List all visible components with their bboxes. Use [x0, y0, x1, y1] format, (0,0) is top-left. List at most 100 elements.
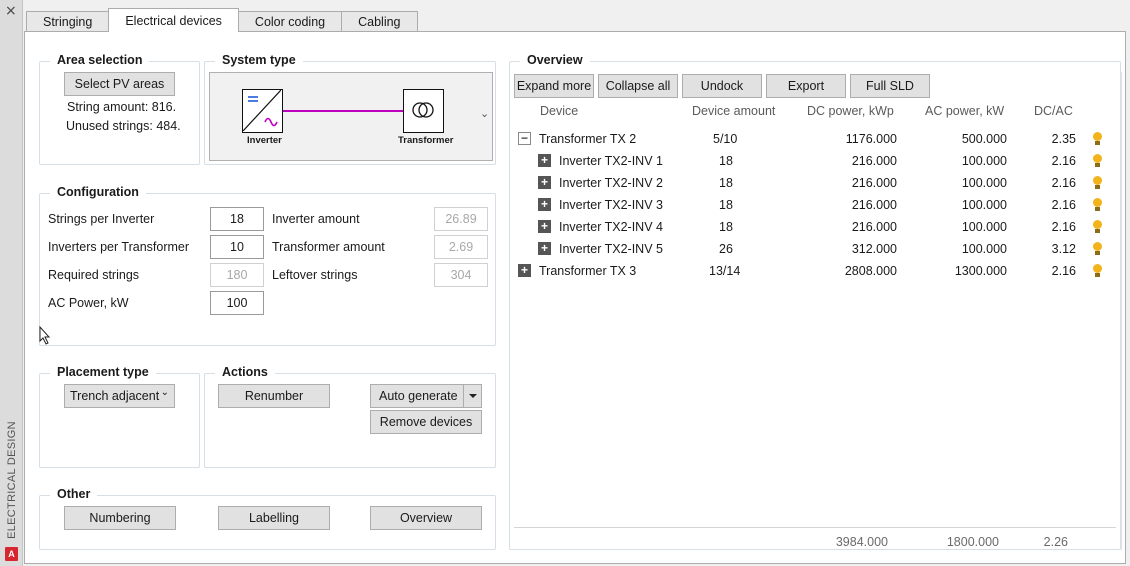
strings-per-inverter-input[interactable]: 18	[210, 207, 264, 231]
full-sld-button[interactable]: Full SLD	[850, 74, 930, 98]
lightbulb-icon[interactable]	[1092, 176, 1103, 190]
expand-icon[interactable]: +	[538, 220, 551, 233]
lightbulb-icon[interactable]	[1092, 220, 1103, 234]
dc-ac-ratio: 2.16	[1051, 198, 1076, 212]
dc-ac-ratio: 2.16	[1051, 154, 1076, 168]
inverters-per-transformer-input[interactable]: 10	[210, 235, 264, 259]
ac-power-label: AC Power, kW	[48, 296, 129, 310]
dc-ac-ratio: 2.35	[1051, 132, 1076, 146]
overview-button[interactable]: Overview	[370, 506, 482, 530]
export-button[interactable]: Export	[766, 74, 846, 98]
dropdown-arrow-icon[interactable]	[463, 385, 481, 407]
dc-power: 2808.000	[844, 264, 897, 278]
string-amount-text: String amount: 816.	[67, 100, 177, 114]
palette-content: Stringing Electrical devices Color codin…	[24, 4, 1126, 564]
lightbulb-icon[interactable]	[1092, 264, 1103, 278]
device-amount: 5/10	[713, 132, 738, 146]
other-title: Other	[50, 487, 98, 501]
tab-electrical-devices[interactable]: Electrical devices	[108, 8, 239, 32]
column-dc-power[interactable]: DC power, kWp	[807, 104, 894, 118]
device-name: Inverter TX2-INV 5	[559, 242, 663, 256]
system-type-group: System type Inverter Transformer ⌄	[204, 53, 496, 165]
lightbulb-icon[interactable]	[1092, 132, 1103, 146]
area-selection-group: Area selection Select PV areas String am…	[39, 53, 200, 165]
tab-cabling[interactable]: Cabling	[341, 11, 418, 32]
expand-icon[interactable]: +	[538, 198, 551, 211]
device-amount: 18	[719, 198, 733, 212]
required-strings-field: 180	[210, 263, 264, 287]
device-amount: 18	[719, 176, 733, 190]
system-type-selector[interactable]: Inverter Transformer ⌄	[209, 72, 493, 161]
placement-type-value: Trench adjacent	[70, 389, 160, 403]
numbering-button[interactable]: Numbering	[64, 506, 176, 530]
table-row[interactable]: + Inverter TX2-INV 3 18 216.000 100.000 …	[514, 194, 1116, 216]
lightbulb-icon[interactable]	[1092, 242, 1103, 256]
ac-power: 500.000	[961, 132, 1007, 146]
collapse-all-button[interactable]: Collapse all	[598, 74, 678, 98]
remove-devices-button[interactable]: Remove devices	[370, 410, 482, 434]
ac-power: 100.000	[961, 242, 1007, 256]
expand-icon[interactable]: +	[538, 242, 551, 255]
ac-power: 100.000	[961, 220, 1007, 234]
expand-icon[interactable]: +	[538, 154, 551, 167]
expand-more-button[interactable]: Expand more	[514, 74, 594, 98]
collapse-icon[interactable]: −	[518, 132, 531, 145]
transformer-caption: Transformer	[398, 135, 454, 146]
ac-power: 100.000	[961, 198, 1007, 212]
auto-generate-label: Auto generate	[379, 389, 458, 403]
labelling-button[interactable]: Labelling	[218, 506, 330, 530]
other-group: Other Numbering Labelling Overview	[39, 487, 496, 550]
table-row[interactable]: + Inverter TX2-INV 4 18 216.000 100.000 …	[514, 216, 1116, 238]
lightbulb-icon[interactable]	[1092, 198, 1103, 212]
auto-generate-split-button[interactable]: Auto generate	[370, 384, 482, 408]
configuration-title: Configuration	[50, 185, 146, 199]
inverter-amount-label: Inverter amount	[272, 212, 360, 226]
ac-power: 100.000	[961, 154, 1007, 168]
device-amount: 26	[719, 242, 733, 256]
close-icon[interactable]: ×	[5, 3, 17, 19]
device-amount: 18	[719, 154, 733, 168]
placement-type-title: Placement type	[50, 365, 156, 379]
connection-line	[283, 110, 403, 112]
column-device[interactable]: Device	[540, 104, 578, 118]
dc-power: 216.000	[851, 154, 897, 168]
expand-icon[interactable]: +	[518, 264, 531, 277]
ac-power: 1300.000	[954, 264, 1007, 278]
dc-power: 216.000	[851, 176, 897, 190]
table-header: Device Device amount DC power, kWp AC po…	[514, 100, 1116, 122]
column-device-amount[interactable]: Device amount	[692, 104, 775, 118]
column-ac-power[interactable]: AC power, kW	[925, 104, 1004, 118]
transformer-amount-label: Transformer amount	[272, 240, 385, 254]
overview-title: Overview	[520, 53, 590, 67]
select-pv-areas-button[interactable]: Select PV areas	[64, 72, 175, 96]
configuration-group: Configuration Strings per Inverter 18 In…	[39, 185, 496, 346]
table-row[interactable]: + Transformer TX 3 13/14 2808.000 1300.0…	[514, 260, 1116, 282]
column-dc-ac[interactable]: DC/AC	[1034, 104, 1073, 118]
required-strings-label: Required strings	[48, 268, 140, 282]
mouse-cursor-icon	[39, 326, 51, 345]
inverter-symbol-icon	[242, 89, 283, 133]
device-name: Inverter TX2-INV 2	[559, 176, 663, 190]
palette-title: ELECTRICAL DESIGN	[6, 421, 18, 539]
renumber-button[interactable]: Renumber	[218, 384, 330, 408]
dc-ac-ratio: 2.16	[1051, 264, 1076, 278]
lightbulb-icon[interactable]	[1092, 154, 1103, 168]
device-amount: 18	[719, 220, 733, 234]
placement-type-select[interactable]: Trench adjacent ⌄	[64, 384, 175, 408]
actions-group: Actions Renumber Auto generate Remove de…	[204, 365, 496, 468]
device-name: Inverter TX2-INV 1	[559, 154, 663, 168]
table-row[interactable]: + Inverter TX2-INV 1 18 216.000 100.000 …	[514, 150, 1116, 172]
undock-button[interactable]: Undock	[682, 74, 762, 98]
table-row[interactable]: + Inverter TX2-INV 2 18 216.000 100.000 …	[514, 172, 1116, 194]
strings-per-inverter-label: Strings per Inverter	[48, 212, 155, 226]
totals-row: 3984.000 1800.000 2.26	[514, 527, 1116, 553]
vertical-scrollbar[interactable]	[1121, 72, 1122, 550]
ac-power-input[interactable]: 100	[210, 291, 264, 315]
expand-icon[interactable]: +	[538, 176, 551, 189]
table-row[interactable]: + Inverter TX2-INV 5 26 312.000 100.000 …	[514, 238, 1116, 260]
inverters-per-transformer-label: Inverters per Transformer	[48, 240, 190, 254]
tab-color-coding[interactable]: Color coding	[237, 11, 343, 32]
table-row[interactable]: − Transformer TX 2 5/10 1176.000 500.000…	[514, 128, 1116, 150]
tab-stringing[interactable]: Stringing	[26, 11, 110, 32]
chevron-down-icon[interactable]: ⌄	[480, 107, 489, 120]
